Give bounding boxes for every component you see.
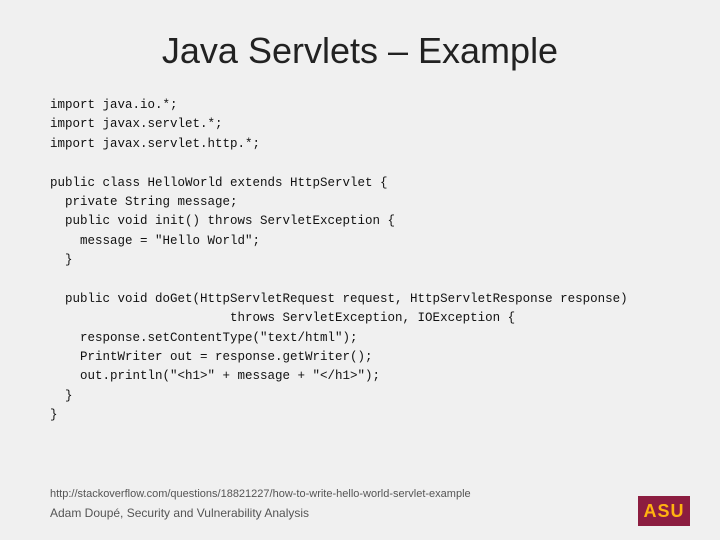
slide: Java Servlets – Example import java.io.*… — [0, 0, 720, 540]
footer-name: Adam Doupé, Security and Vulnerability A… — [50, 506, 309, 520]
asu-logo: ASU — [638, 496, 690, 526]
slide-title: Java Servlets – Example — [50, 30, 670, 72]
code-block: import java.io.*; import javax.servlet.*… — [50, 96, 670, 425]
footer-url: http://stackoverflow.com/questions/18821… — [50, 488, 471, 500]
